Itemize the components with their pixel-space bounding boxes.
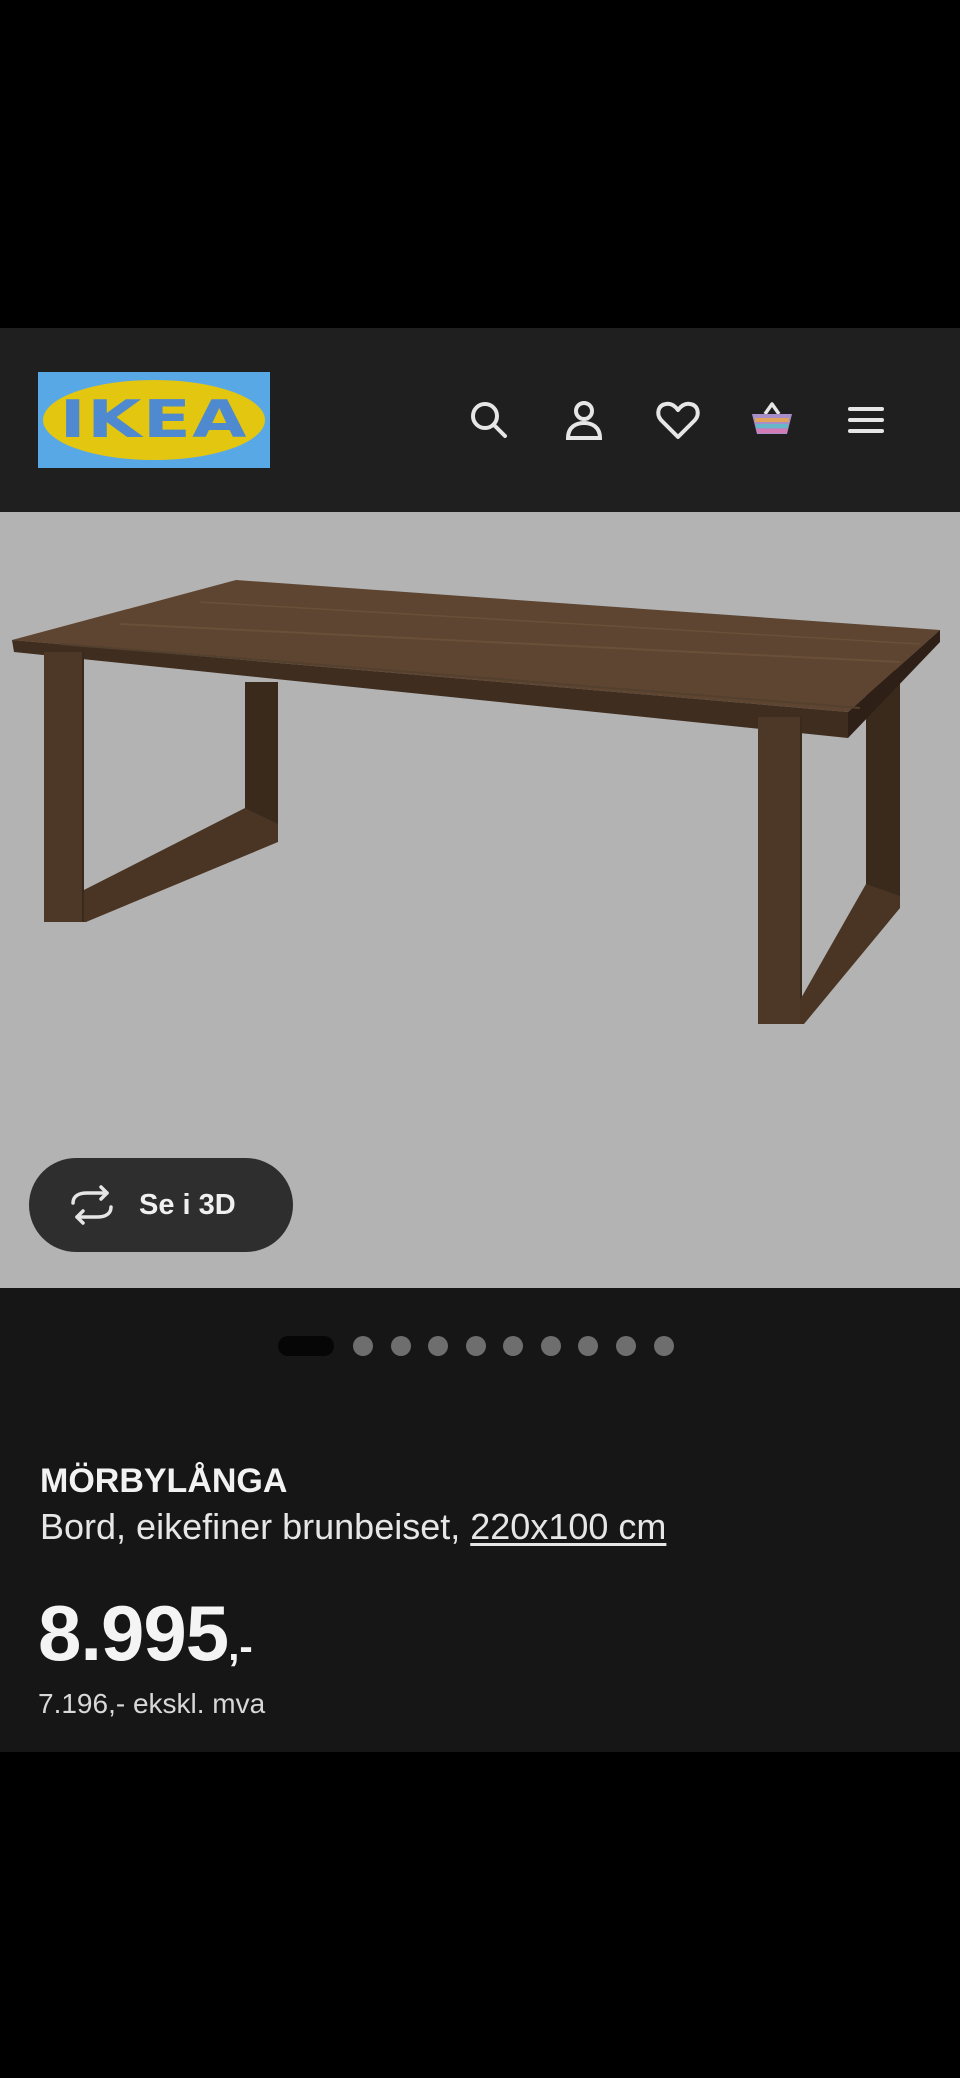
carousel-dot[interactable] bbox=[466, 1336, 486, 1356]
heart-icon[interactable] bbox=[648, 390, 708, 450]
ikea-logo[interactable]: IKEA bbox=[38, 372, 270, 468]
price-suffix: ,- bbox=[228, 1625, 253, 1669]
carousel-dot[interactable] bbox=[541, 1336, 561, 1356]
carousel-indicator bbox=[0, 1336, 960, 1356]
view-in-3d-label: Se i 3D bbox=[139, 1188, 236, 1221]
product-image-carousel[interactable]: Se i 3D bbox=[0, 512, 960, 1288]
price-value: 8.995 bbox=[38, 1589, 229, 1677]
price-ex-vat: 7.196,- ekskl. mva bbox=[38, 1688, 266, 1719]
logo-text: IKEA bbox=[59, 390, 249, 450]
product-info-section: MÖRBYLÅNGA Bord, eikefiner brunbeiset, 2… bbox=[0, 1288, 960, 1752]
product-dimensions-link[interactable]: 220x100 cm bbox=[470, 1506, 666, 1547]
carousel-dot-active[interactable] bbox=[278, 1336, 334, 1356]
site-header: IKEA bbox=[0, 328, 960, 512]
product-type-text: Bord, eikefiner brunbeiset, bbox=[40, 1506, 471, 1547]
carousel-dot[interactable] bbox=[503, 1336, 523, 1356]
rotate-3d-icon bbox=[71, 1185, 113, 1225]
status-bar-area bbox=[0, 0, 960, 328]
view-in-3d-button[interactable]: Se i 3D bbox=[29, 1158, 293, 1252]
account-icon[interactable] bbox=[554, 390, 614, 450]
basket-icon[interactable] bbox=[742, 390, 802, 450]
product-price: 8.995,- bbox=[38, 1588, 253, 1679]
carousel-dot[interactable] bbox=[654, 1336, 674, 1356]
logo-oval: IKEA bbox=[43, 380, 265, 460]
carousel-dot[interactable] bbox=[391, 1336, 411, 1356]
carousel-dot[interactable] bbox=[578, 1336, 598, 1356]
carousel-dot[interactable] bbox=[428, 1336, 448, 1356]
product-name: MÖRBYLÅNGA bbox=[40, 1462, 288, 1500]
product-description: Bord, eikefiner brunbeiset, 220x100 cm bbox=[40, 1506, 666, 1548]
carousel-dot[interactable] bbox=[353, 1336, 373, 1356]
carousel-dot[interactable] bbox=[616, 1336, 636, 1356]
search-icon[interactable] bbox=[459, 390, 519, 450]
menu-icon[interactable] bbox=[836, 390, 896, 450]
